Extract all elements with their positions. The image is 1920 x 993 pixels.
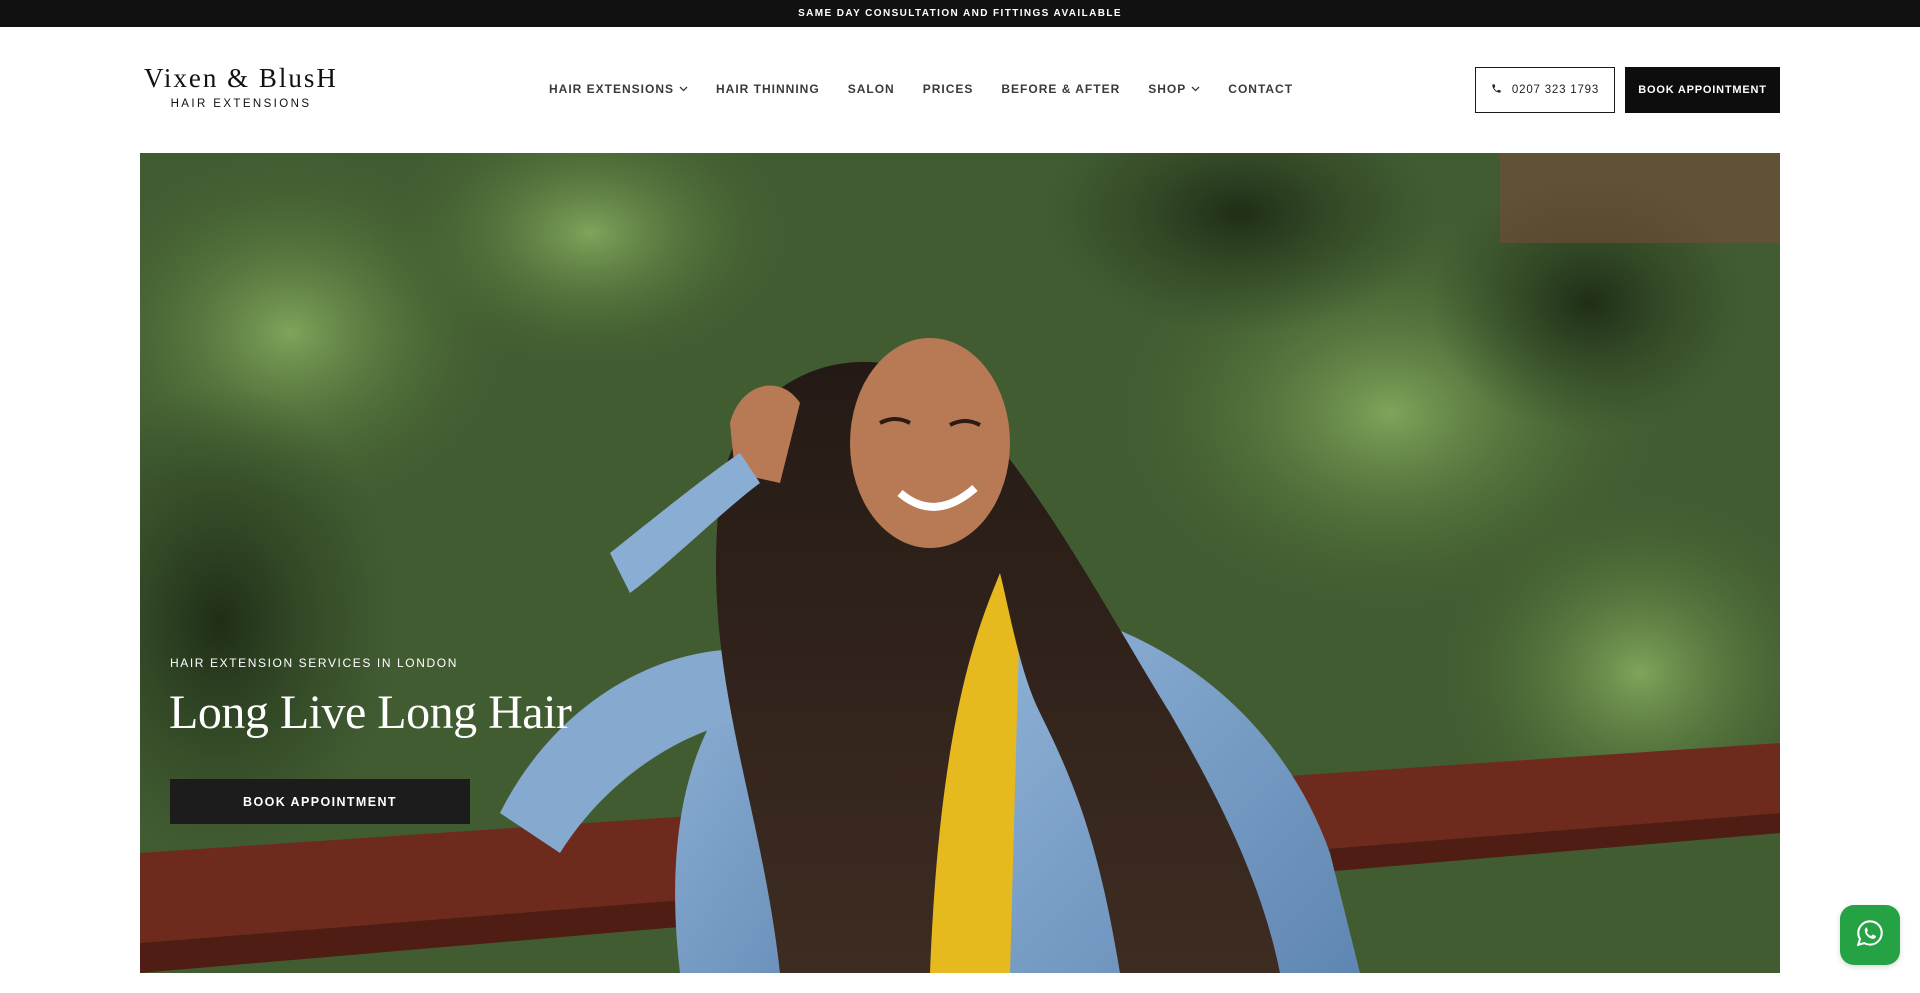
phone-icon bbox=[1491, 83, 1502, 97]
nav-item-hair-extensions[interactable]: HAIR EXTENSIONS bbox=[549, 82, 688, 96]
main-nav: HAIR EXTENSIONS HAIR THINNING SALON PRIC… bbox=[549, 82, 1293, 96]
hero-title: Long Live Long Hair bbox=[169, 686, 572, 739]
nav-item-before-after[interactable]: BEFORE & AFTER bbox=[1001, 82, 1120, 96]
book-appointment-button[interactable]: BOOK APPOINTMENT bbox=[1625, 67, 1780, 113]
brand-logo[interactable]: Vixen & BlusH HAIR EXTENSIONS bbox=[140, 63, 342, 111]
nav-item-salon[interactable]: SALON bbox=[848, 82, 895, 96]
hero-eyebrow: HAIR EXTENSION SERVICES IN LONDON bbox=[170, 656, 458, 670]
announcement-text: SAME DAY CONSULTATION AND FITTINGS AVAIL… bbox=[798, 8, 1122, 19]
brand-subtitle: HAIR EXTENSIONS bbox=[170, 98, 312, 110]
nav-item-hair-thinning[interactable]: HAIR THINNING bbox=[716, 82, 820, 96]
chevron-down-icon bbox=[679, 86, 688, 92]
nav-item-contact[interactable]: CONTACT bbox=[1228, 82, 1293, 96]
site-header: Vixen & BlusH HAIR EXTENSIONS HAIR EXTEN… bbox=[0, 27, 1920, 153]
hero-book-appointment-button[interactable]: BOOK APPOINTMENT bbox=[170, 779, 470, 824]
whatsapp-chat-button[interactable] bbox=[1840, 905, 1900, 965]
whatsapp-icon bbox=[1855, 918, 1885, 953]
brand-name: Vixen & BlusH bbox=[144, 63, 338, 93]
nav-item-prices[interactable]: PRICES bbox=[923, 82, 974, 96]
hero-image bbox=[140, 153, 1780, 973]
chevron-down-icon bbox=[1191, 86, 1200, 92]
nav-item-shop[interactable]: SHOP bbox=[1148, 82, 1200, 96]
announcement-bar: SAME DAY CONSULTATION AND FITTINGS AVAIL… bbox=[0, 0, 1920, 27]
phone-button[interactable]: 0207 323 1793 bbox=[1475, 67, 1615, 113]
hero-section: HAIR EXTENSION SERVICES IN LONDON Long L… bbox=[140, 153, 1780, 973]
phone-number: 0207 323 1793 bbox=[1511, 84, 1600, 96]
